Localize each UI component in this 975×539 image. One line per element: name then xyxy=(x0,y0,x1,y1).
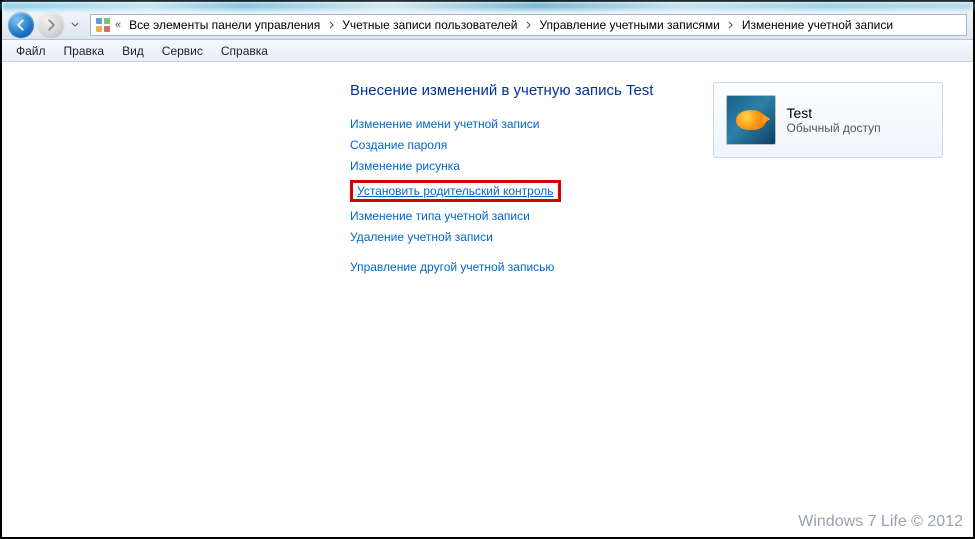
breadcrumb-separator[interactable] xyxy=(326,21,336,29)
user-name: Test xyxy=(786,105,880,121)
chevron-right-icon xyxy=(728,21,733,29)
menu-help[interactable]: Справка xyxy=(213,42,276,60)
address-bar[interactable]: « Все элементы панели управления Учетные… xyxy=(90,14,967,36)
breadcrumb-item-3[interactable]: Изменение учетной записи xyxy=(738,15,897,35)
task-delete-account[interactable]: Удаление учетной записи xyxy=(350,230,493,244)
menu-tools[interactable]: Сервис xyxy=(154,42,211,60)
menu-file[interactable]: Файл xyxy=(8,42,54,60)
main-column: Внесение изменений в учетную запись Test… xyxy=(350,82,653,290)
menu-edit[interactable]: Правка xyxy=(56,42,113,60)
breadcrumb-separator[interactable] xyxy=(726,21,736,29)
menu-view[interactable]: Вид xyxy=(114,42,152,60)
user-card: Test Обычный доступ xyxy=(713,82,943,158)
task-change-name[interactable]: Изменение имени учетной записи xyxy=(350,117,539,131)
breadcrumb-overflow-chevron[interactable]: « xyxy=(115,19,121,31)
breadcrumb-item-0[interactable]: Все элементы панели управления xyxy=(125,15,324,35)
chevron-right-icon xyxy=(526,21,531,29)
breadcrumb-item-2[interactable]: Управление учетными записями xyxy=(535,15,723,35)
chevron-right-icon xyxy=(329,21,334,29)
task-link-list-2: Управление другой учетной записью xyxy=(350,260,653,274)
window-titlebar-blur xyxy=(2,2,973,10)
nav-history-dropdown[interactable] xyxy=(68,15,82,35)
task-change-picture[interactable]: Изменение рисунка xyxy=(350,159,460,173)
user-role: Обычный доступ xyxy=(786,121,880,135)
avatar xyxy=(726,95,776,145)
highlighted-task-box: Установить родительский контроль xyxy=(350,180,561,202)
control-panel-icon xyxy=(95,17,111,33)
nav-back-button[interactable] xyxy=(8,12,34,38)
task-parental-controls[interactable]: Установить родительский контроль xyxy=(357,184,554,198)
breadcrumb-item-1[interactable]: Учетные записи пользователей xyxy=(338,15,521,35)
breadcrumb-separator[interactable] xyxy=(523,21,533,29)
user-meta: Test Обычный доступ xyxy=(786,105,880,135)
chevron-down-icon xyxy=(71,22,79,27)
nav-forward-button[interactable] xyxy=(38,12,64,38)
menu-bar: Файл Правка Вид Сервис Справка xyxy=(2,40,973,62)
side-column: Test Обычный доступ xyxy=(713,82,943,158)
page-title: Внесение изменений в учетную запись Test xyxy=(350,82,653,99)
nav-bar: « Все элементы панели управления Учетные… xyxy=(2,10,973,40)
task-change-type[interactable]: Изменение типа учетной записи xyxy=(350,209,530,223)
arrow-right-icon xyxy=(44,18,58,32)
task-manage-other[interactable]: Управление другой учетной записью xyxy=(350,260,554,274)
watermark: Windows 7 Life © 2012 xyxy=(798,513,963,531)
arrow-left-icon xyxy=(14,18,28,32)
content-area: Внесение изменений в учетную запись Test… xyxy=(2,62,973,310)
avatar-fish-icon xyxy=(736,110,766,130)
task-link-list: Изменение имени учетной записи Создание … xyxy=(350,117,653,244)
task-create-password[interactable]: Создание пароля xyxy=(350,138,447,152)
